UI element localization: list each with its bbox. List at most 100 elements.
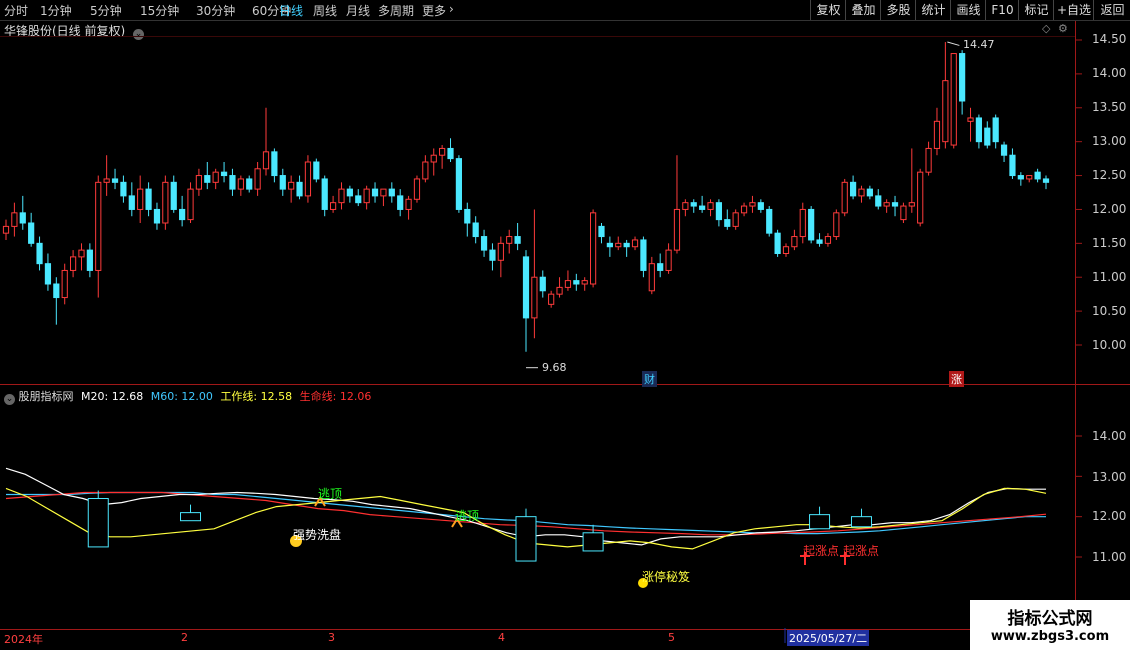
candle-body <box>145 188 152 210</box>
candle-body <box>539 276 546 292</box>
candle-body <box>137 188 144 210</box>
candle-body <box>455 158 463 210</box>
candle-body <box>61 269 68 299</box>
candle-body <box>53 283 60 299</box>
candle-body <box>1034 171 1041 180</box>
candle-body <box>849 181 857 197</box>
candle-body <box>237 178 244 190</box>
candle-body <box>506 236 513 244</box>
candle-body <box>791 236 798 248</box>
price-tick: 12.00 <box>1092 202 1127 216</box>
candle-body <box>631 239 639 248</box>
candle-body <box>472 222 479 238</box>
candle-body <box>44 263 52 285</box>
candle-body <box>724 219 731 227</box>
chevron-down-icon[interactable]: ⌄ <box>4 394 15 405</box>
candle-body <box>78 249 85 258</box>
start-rise-signal: 起涨点 <box>803 544 840 558</box>
candle-body <box>967 117 974 122</box>
candle-body <box>296 181 303 197</box>
m60-label: M60: <box>150 390 178 403</box>
candle-body <box>321 178 328 210</box>
candle-body <box>36 242 43 265</box>
candle-body <box>120 181 127 197</box>
candle-body <box>925 147 932 173</box>
candle-body <box>866 188 873 197</box>
candle-body <box>1042 178 1050 183</box>
candle-body <box>665 249 672 271</box>
candle-body <box>531 276 538 319</box>
candle-body <box>69 256 77 271</box>
candle-body <box>858 188 865 197</box>
candle-body <box>690 202 697 207</box>
candle-body <box>824 236 832 244</box>
candle-body <box>111 178 119 183</box>
price-tick: 13.00 <box>1092 134 1127 148</box>
candle-body <box>1017 175 1024 180</box>
candle-body <box>933 120 941 149</box>
price-tick: 10.00 <box>1092 338 1127 352</box>
watermark-url: www.zbgs3.com <box>990 629 1110 644</box>
candle-body <box>439 147 446 156</box>
candle-body <box>615 242 622 248</box>
candle-body <box>355 195 362 204</box>
candle-body <box>808 208 815 241</box>
candle-body <box>522 256 530 319</box>
candle-body <box>170 181 177 210</box>
candle-body <box>782 246 790 255</box>
start-rise-signal: 起涨点 <box>843 544 880 558</box>
candle-body <box>1026 175 1033 180</box>
candle-body <box>329 202 337 210</box>
price-tick: 14.00 <box>1092 66 1127 80</box>
candle-body <box>422 161 429 180</box>
limit-up-marker[interactable]: 涨 <box>949 371 964 387</box>
candle-body <box>715 202 723 221</box>
candle-body <box>799 208 806 238</box>
m20-label: M20: <box>81 390 109 403</box>
candle-body <box>606 242 613 248</box>
low-price-label: 9.68 <box>542 361 567 374</box>
high-price-label: 14.47 <box>963 38 995 51</box>
kline-chart[interactable] <box>0 0 1130 650</box>
candle-body <box>19 212 26 224</box>
candle-body <box>573 280 580 285</box>
candle-body <box>984 127 991 146</box>
indicator-tick: 12.00 <box>1092 509 1127 523</box>
candle-body <box>346 188 353 197</box>
escape-top-signal: 逃顶 <box>455 509 480 523</box>
candle-body <box>556 286 563 295</box>
indicator-box <box>87 498 109 548</box>
indicator-tick: 11.00 <box>1092 550 1127 564</box>
candle-body <box>2 225 10 234</box>
life-line-value: 12.06 <box>339 390 372 403</box>
candle-body <box>338 188 345 204</box>
m20-value: 12.68 <box>111 390 144 403</box>
work-line-label: 工作线: <box>220 390 258 403</box>
finance-marker[interactable]: 财 <box>642 371 657 387</box>
candle-body <box>204 175 211 183</box>
indicator-title: ⌄ 股朋指标网 M20: 12.68 M60: 12.00 工作线: 12.58… <box>4 388 372 405</box>
candle-body <box>975 117 983 143</box>
candle-body <box>195 175 203 190</box>
watermark: 指标公式网 www.zbgs3.com <box>970 600 1130 650</box>
candle-body <box>179 208 186 221</box>
candle-body <box>153 208 161 224</box>
candle-body <box>908 202 915 207</box>
high-arrow <box>947 41 960 46</box>
candle-body <box>162 181 169 224</box>
candle-body <box>447 147 454 160</box>
candle-body <box>480 236 488 251</box>
candle-body <box>657 263 664 271</box>
limit-up-secret-signal: 涨停秘笈 <box>642 570 691 584</box>
candle-body <box>363 188 370 204</box>
candle-body <box>766 208 773 234</box>
candle-body <box>740 205 748 214</box>
watermark-title: 指标公式网 <box>1007 609 1093 629</box>
candle-body <box>262 151 270 170</box>
candle-body <box>959 53 966 102</box>
indicator-box <box>850 516 872 528</box>
candle-body <box>103 178 110 183</box>
price-tick: 14.50 <box>1092 32 1127 46</box>
candle-body <box>564 280 572 288</box>
candle-body <box>992 117 999 143</box>
